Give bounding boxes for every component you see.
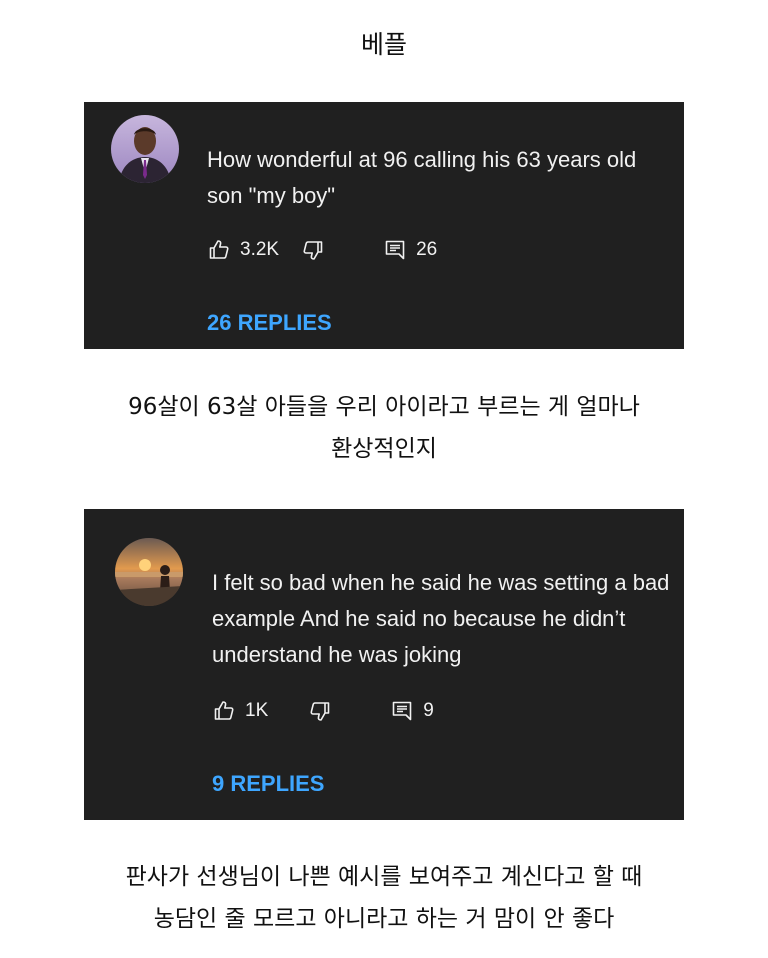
thumb-up-icon[interactable] — [207, 238, 231, 262]
comment-actions: 1K 9 — [212, 697, 434, 725]
caption-line: 농담인 줄 모르고 아니라고 하는 거 맘이 안 좋다 — [153, 906, 615, 932]
translation-caption: 판사가 선생님이 나쁜 예시를 보여주고 계신다고 할 때 농담인 줄 모르고 … — [40, 856, 728, 940]
sunset-beach-avatar-icon — [115, 538, 183, 606]
view-replies-link[interactable]: 9 REPLIES — [212, 771, 324, 797]
caption-line: 판사가 선생님이 나쁜 예시를 보여주고 계신다고 할 때 — [125, 864, 643, 890]
thumb-up-icon[interactable] — [212, 699, 236, 723]
commenter-avatar[interactable] — [111, 115, 179, 183]
caption-line: 96살이 63살 아들을 우리 아이라고 부르는 게 얼마나 — [128, 394, 640, 420]
reply-count: 9 — [423, 700, 434, 721]
like-count: 3.2K — [240, 239, 280, 260]
thumb-down-icon[interactable] — [301, 238, 325, 262]
reply-comment-icon[interactable] — [390, 699, 414, 723]
commenter-avatar[interactable] — [115, 538, 183, 606]
reply-comment-icon[interactable] — [383, 238, 407, 262]
thumb-down-icon[interactable] — [308, 699, 332, 723]
view-replies-link[interactable]: 26 REPLIES — [207, 310, 332, 336]
comment-text: I felt so bad when he said he was settin… — [212, 570, 670, 667]
comment-text: How wonderful at 96 calling his 63 years… — [207, 147, 637, 208]
comment-actions: 3.2K 26 — [207, 236, 437, 264]
comment-card: I felt so bad when he said he was settin… — [84, 509, 684, 820]
page-title: 베플 — [360, 30, 407, 59]
translation-caption: 96살이 63살 아들을 우리 아이라고 부르는 게 얼마나 환상적인지 — [40, 386, 728, 470]
reply-count: 26 — [416, 239, 438, 260]
man-in-suit-avatar-icon — [111, 115, 179, 183]
caption-line: 환상적인지 — [331, 436, 437, 462]
comment-card: How wonderful at 96 calling his 63 years… — [84, 102, 684, 349]
like-count: 1K — [245, 700, 269, 721]
